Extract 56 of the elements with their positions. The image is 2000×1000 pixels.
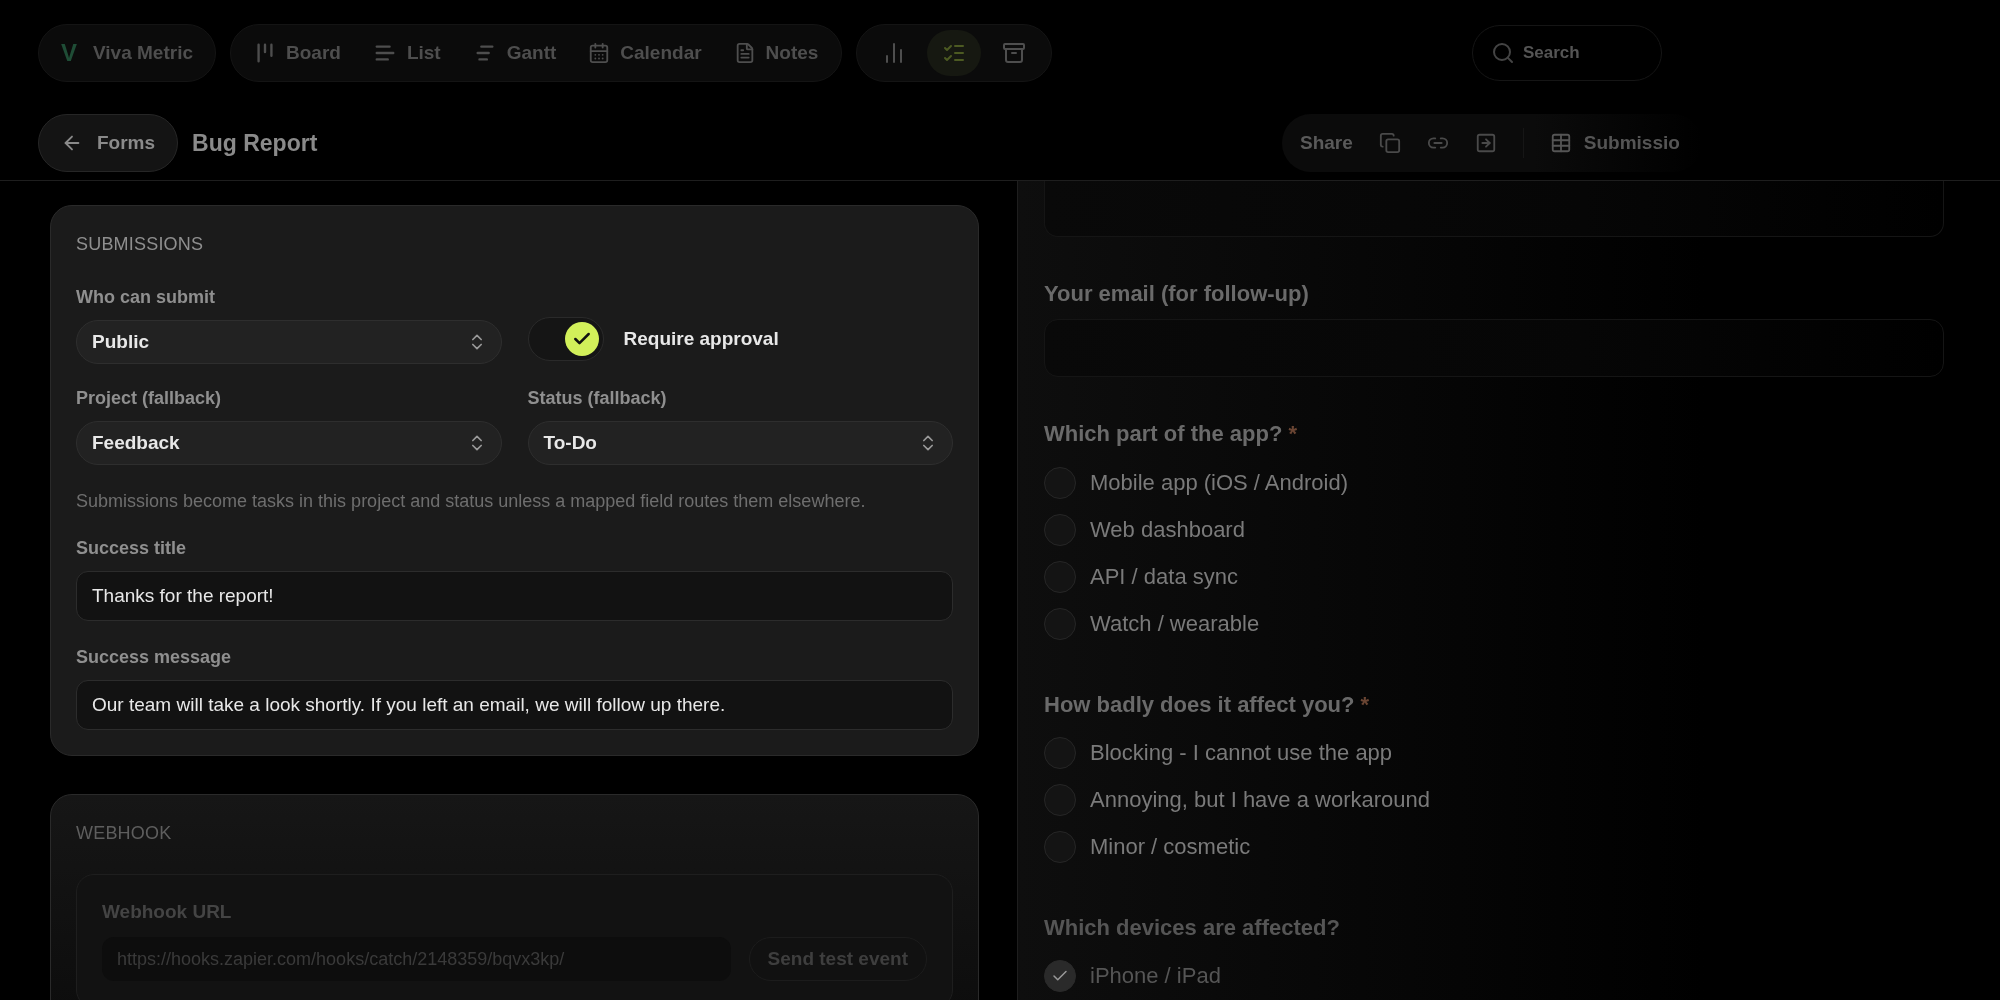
back-button[interactable]: Forms xyxy=(38,114,179,172)
copy-button[interactable] xyxy=(1378,132,1401,154)
radio-button[interactable] xyxy=(1044,608,1076,640)
columns-icon xyxy=(254,42,276,64)
copy-icon xyxy=(1378,132,1401,154)
card-title: SUBMISSIONS xyxy=(76,234,205,255)
checkbox[interactable] xyxy=(1044,960,1076,993)
question-label: Which devices are affected? xyxy=(1044,914,1341,941)
toggle-label: Require approval xyxy=(623,328,779,350)
radio-button[interactable] xyxy=(1044,784,1076,817)
radio-button[interactable] xyxy=(1044,831,1076,864)
radio-button[interactable] xyxy=(1044,560,1076,593)
option-label: Annoying, but I have a workaround xyxy=(1090,787,1430,814)
archive-icon xyxy=(1002,41,1027,65)
option-label: Blocking - I cannot use the app xyxy=(1090,740,1393,767)
submissions-button[interactable]: Submissio xyxy=(1549,132,1680,154)
share-label: Share xyxy=(1300,132,1353,154)
who-can-submit-select[interactable]: Public xyxy=(76,320,502,364)
calendar-icon xyxy=(588,42,611,64)
hint-text: Submissions become tasks in this project and status unless a mapped field routes them elsewhere. xyxy=(76,491,867,512)
view-tab[interactable]: Notes xyxy=(720,31,832,75)
page-title: Bug Report xyxy=(192,129,318,157)
field-label: Status (fallback) xyxy=(527,388,668,409)
question-label: How badly does it affect you? * xyxy=(1044,691,1371,718)
field-label: Success message xyxy=(76,647,233,668)
project-select[interactable]: Feedback xyxy=(76,421,502,465)
approval-toggle[interactable] xyxy=(527,317,604,361)
workspace-switcher[interactable]: V Viva Metric xyxy=(38,24,216,82)
option-label: Minor / cosmetic xyxy=(1090,834,1251,861)
field-label: Who can submit xyxy=(76,287,216,308)
field-label: Success title xyxy=(76,538,188,559)
table-icon xyxy=(1549,132,1572,154)
success-title-input[interactable]: Thanks for the report! xyxy=(76,571,953,621)
radio-button[interactable] xyxy=(1044,737,1076,770)
success-message-input[interactable]: Our team will take a look shortly. If you left an email, we will follow up there. xyxy=(76,680,953,730)
question-label: Which part of the app? * xyxy=(1044,421,1298,448)
option-label: Watch / wearable xyxy=(1090,611,1260,637)
question-label: Your email (for follow-up) xyxy=(1044,280,1310,307)
radio-button[interactable] xyxy=(1044,513,1076,546)
embed-button[interactable] xyxy=(1474,132,1497,154)
option-label: iPhone / iPad xyxy=(1090,963,1221,990)
field-label: Project (fallback) xyxy=(76,388,223,409)
text-input[interactable] xyxy=(1044,181,1944,237)
view-tab[interactable]: Board xyxy=(241,31,354,75)
radio-button[interactable] xyxy=(1044,466,1076,499)
view-tab[interactable]: Calendar xyxy=(575,31,715,75)
option-label: Mobile app (iOS / Android) xyxy=(1090,469,1349,496)
card-title: WEBHOOK xyxy=(76,823,173,844)
search-icon xyxy=(1491,41,1515,65)
status-select[interactable]: To-Do xyxy=(527,421,953,465)
option-label: Web dashboard xyxy=(1090,516,1245,543)
view-tab[interactable]: Gantt xyxy=(459,31,570,75)
view-tab[interactable]: List xyxy=(359,31,454,75)
option-label: API / data sync xyxy=(1090,563,1238,590)
arrow-box-icon xyxy=(1474,132,1497,154)
checklist-button[interactable] xyxy=(927,30,982,76)
